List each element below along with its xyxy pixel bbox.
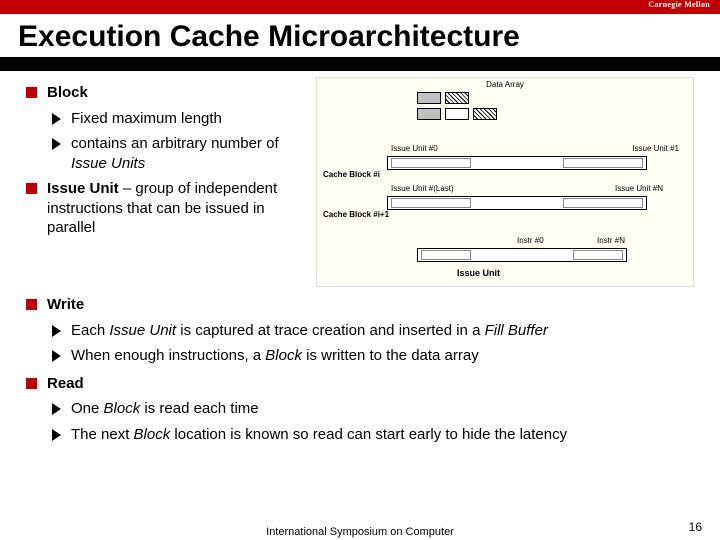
issue-unit-box bbox=[563, 198, 643, 208]
text: Fixed maximum length bbox=[71, 109, 222, 129]
bullet-read-sub1: One Block is read each time bbox=[52, 399, 694, 419]
bullet-read: Read bbox=[26, 374, 694, 394]
diagram-label: Issue Unit #(Last) bbox=[391, 184, 454, 193]
page-number: 16 bbox=[689, 520, 702, 534]
text: One Block is read each time bbox=[71, 399, 259, 419]
bullet-write: Write bbox=[26, 295, 694, 315]
text: contains an arbitrary number of Issue Un… bbox=[71, 134, 306, 173]
bullet-read-sub2: The next Block location is known so read… bbox=[52, 425, 694, 445]
diagram-label: Cache Block #i bbox=[323, 170, 380, 179]
bullet-write-sub1: Each Issue Unit is captured at trace cre… bbox=[52, 321, 694, 341]
architecture-diagram: Data Array Issue Unit #0 Issue Unit #1 C… bbox=[316, 77, 694, 287]
text: The next Block location is known so read… bbox=[71, 425, 567, 445]
bullet-block-sub2: contains an arbitrary number of Issue Un… bbox=[52, 134, 306, 173]
cell bbox=[417, 92, 441, 104]
triangle-bullet-icon bbox=[52, 350, 61, 362]
square-bullet-icon bbox=[26, 299, 37, 310]
diagram-label: Instr #0 bbox=[517, 236, 544, 245]
cell bbox=[417, 108, 441, 120]
triangle-bullet-icon bbox=[52, 429, 61, 441]
issue-unit-box bbox=[391, 198, 471, 208]
bullet-block-sub1: Fixed maximum length bbox=[52, 109, 306, 129]
cell bbox=[473, 108, 497, 120]
bullet-write-label: Write bbox=[47, 295, 84, 315]
issue-unit-box bbox=[391, 158, 471, 168]
diagram-label: Issue Unit #1 bbox=[632, 144, 679, 153]
top-red-band: Carnegie Mellon bbox=[0, 0, 720, 14]
triangle-bullet-icon bbox=[52, 113, 61, 125]
diagram-label: Issue Unit #0 bbox=[391, 144, 438, 153]
text: Issue Unit – group of independent instru… bbox=[47, 179, 306, 238]
bullet-issue-unit: Issue Unit – group of independent instru… bbox=[26, 179, 306, 238]
diagram-label: Instr #N bbox=[597, 236, 625, 245]
slide-title: Execution Cache Microarchitecture bbox=[18, 18, 702, 55]
footer-text: International Symposium on Computer bbox=[266, 526, 454, 538]
instr-box bbox=[421, 250, 471, 260]
instr-box bbox=[573, 250, 623, 260]
triangle-bullet-icon bbox=[52, 325, 61, 337]
triangle-bullet-icon bbox=[52, 138, 61, 150]
text: Each Issue Unit is captured at trace cre… bbox=[71, 321, 548, 341]
bullet-block-label: Block bbox=[47, 83, 88, 103]
slide-content: Block Fixed maximum length contains an a… bbox=[0, 71, 720, 444]
brand-label: Carnegie Mellon bbox=[648, 0, 710, 9]
square-bullet-icon bbox=[26, 183, 37, 194]
diagram-label: Issue Unit #N bbox=[615, 184, 663, 193]
title-bar: Execution Cache Microarchitecture bbox=[0, 14, 720, 71]
diagram-label: Issue Unit bbox=[457, 268, 500, 278]
diagram-label-data-array: Data Array bbox=[486, 80, 524, 89]
cell bbox=[445, 92, 469, 104]
square-bullet-icon bbox=[26, 378, 37, 389]
bullet-read-label: Read bbox=[47, 374, 84, 394]
text: When enough instructions, a Block is wri… bbox=[71, 346, 479, 366]
bullet-write-sub2: When enough instructions, a Block is wri… bbox=[52, 346, 694, 366]
diagram-label: Cache Block #i+1 bbox=[323, 210, 389, 219]
square-bullet-icon bbox=[26, 87, 37, 98]
bullet-block: Block bbox=[26, 83, 306, 103]
triangle-bullet-icon bbox=[52, 403, 61, 415]
cell bbox=[445, 108, 469, 120]
issue-unit-box bbox=[563, 158, 643, 168]
